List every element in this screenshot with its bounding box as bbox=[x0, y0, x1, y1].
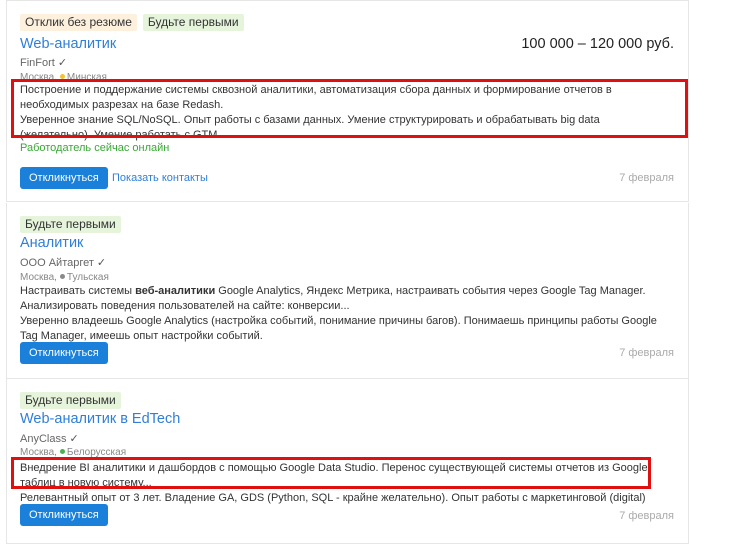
apply-button[interactable]: Откликнуться bbox=[20, 504, 108, 526]
location: Москва, Минская bbox=[20, 72, 107, 83]
badges: Будьте первыми bbox=[20, 216, 121, 233]
responsibility-text: Внедрение BI аналитики и дашбордов с пом… bbox=[20, 462, 648, 489]
vacancy-card: Будьте первыми Аналитик ООО Айтаргет ✓ Мо… bbox=[6, 203, 689, 379]
company-label: AnyClass bbox=[20, 433, 67, 445]
location: Москва, Белорусская bbox=[20, 447, 126, 458]
responsibility-text: Построение и поддержание системы сквозно… bbox=[20, 84, 612, 111]
vacancy-title[interactable]: Web-аналитик bbox=[20, 36, 116, 52]
publish-date: 7 февраля bbox=[619, 172, 674, 184]
metro-dot-icon bbox=[59, 74, 65, 80]
vacancy-description: Внедрение BI аналитики и дашбордов с пом… bbox=[20, 461, 670, 521]
badge-be-first: Будьте первыми bbox=[20, 216, 121, 233]
vacancy-description: Построение и поддержание системы сквозно… bbox=[20, 83, 670, 143]
apply-button[interactable]: Откликнуться bbox=[20, 342, 108, 364]
company-name[interactable]: ООО Айтаргет ✓ bbox=[20, 256, 106, 269]
city: Москва, bbox=[20, 72, 57, 83]
badge-be-first: Будьте первыми bbox=[20, 392, 121, 409]
location: Москва, Тульская bbox=[20, 272, 109, 283]
salary: 100 000 – 120 000 руб. bbox=[521, 36, 674, 52]
show-contacts-button[interactable]: Показать контакты bbox=[112, 172, 208, 184]
company-label: FinFort bbox=[20, 57, 55, 69]
publish-date: 7 февраля bbox=[619, 347, 674, 359]
metro-dot-icon bbox=[59, 274, 65, 280]
metro-station: Минская bbox=[66, 72, 107, 83]
desc-segment: Настраивать системы bbox=[20, 285, 136, 297]
verified-check-icon: ✓ bbox=[69, 433, 79, 445]
badges: Будьте первыми bbox=[20, 392, 121, 409]
requirement-text: Уверенно владеешь Google Analytics (наст… bbox=[20, 315, 657, 342]
company-name[interactable]: FinFort ✓ bbox=[20, 56, 67, 69]
vacancy-card: Будьте первыми Web-аналитик в EdTech Any… bbox=[6, 379, 689, 544]
apply-button[interactable]: Откликнуться bbox=[20, 167, 108, 189]
employer-online-status: Работодатель сейчас онлайн bbox=[20, 142, 170, 154]
vacancy-description: Настраивать системы веб-аналитики Google… bbox=[20, 284, 670, 344]
vacancy-title[interactable]: Web-аналитик в EdTech bbox=[20, 411, 180, 427]
desc-highlight: веб-аналитики bbox=[135, 285, 216, 297]
metro-station: Белорусская bbox=[66, 447, 127, 458]
requirement-text: Уверенное знание SQL/NoSQL. Опыт работы … bbox=[20, 114, 600, 141]
publish-date: 7 февраля bbox=[619, 510, 674, 522]
metro-dot-icon bbox=[59, 449, 65, 455]
badge-no-resume: Отклик без резюме bbox=[20, 14, 137, 31]
verified-check-icon: ✓ bbox=[57, 57, 68, 69]
company-name[interactable]: AnyClass ✓ bbox=[20, 432, 79, 445]
vacancy-card: Отклик без резюме Будьте первыми Web-ана… bbox=[6, 0, 689, 202]
responsibility-text: Настраивать системы веб-аналитики Google… bbox=[20, 284, 670, 314]
city: Москва, bbox=[20, 272, 57, 283]
metro-station: Тульская bbox=[66, 272, 109, 283]
company-label: ООО Айтаргет bbox=[20, 257, 94, 269]
badges: Отклик без резюме Будьте первыми bbox=[20, 14, 244, 31]
badge-be-first: Будьте первыми bbox=[142, 14, 244, 31]
city: Москва, bbox=[20, 447, 57, 458]
vacancy-title[interactable]: Аналитик bbox=[20, 235, 83, 251]
verified-check-icon: ✓ bbox=[96, 257, 107, 269]
requirement-text: Релевантный опыт от 3 лет. Владение GA, … bbox=[20, 492, 646, 519]
